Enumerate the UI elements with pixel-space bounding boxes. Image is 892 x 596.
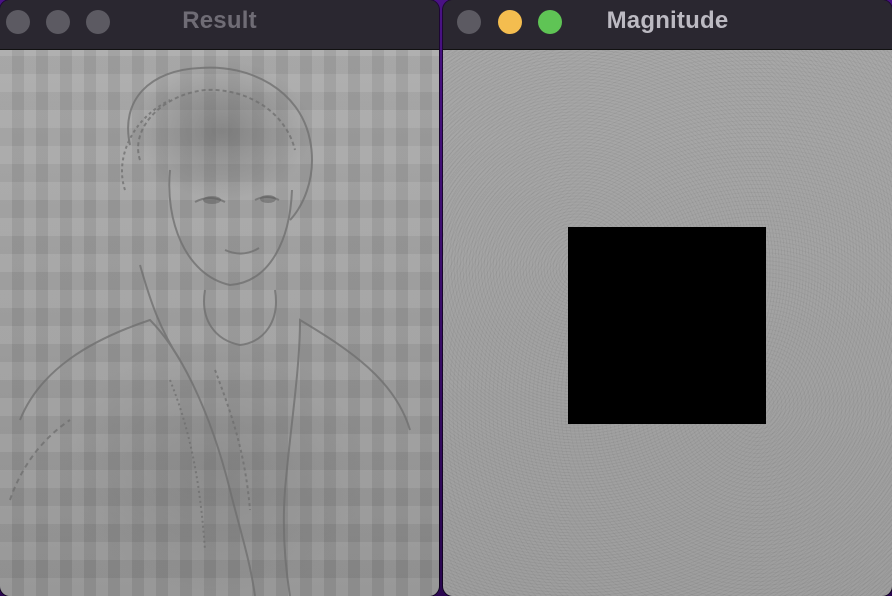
window-title: Result [182, 7, 257, 34]
desktop: Result Magnitude [0, 0, 892, 596]
result-window[interactable]: Result [0, 0, 439, 596]
window-title: Magnitude [606, 7, 729, 34]
result-image [0, 50, 439, 596]
mask-square [568, 227, 766, 424]
magnitude-window[interactable]: Magnitude [443, 0, 892, 596]
portrait-illustration [9, 66, 411, 596]
magnitude-image [443, 50, 892, 596]
magnitude-titlebar[interactable]: Magnitude [443, 0, 892, 50]
result-titlebar[interactable]: Result [0, 0, 439, 50]
